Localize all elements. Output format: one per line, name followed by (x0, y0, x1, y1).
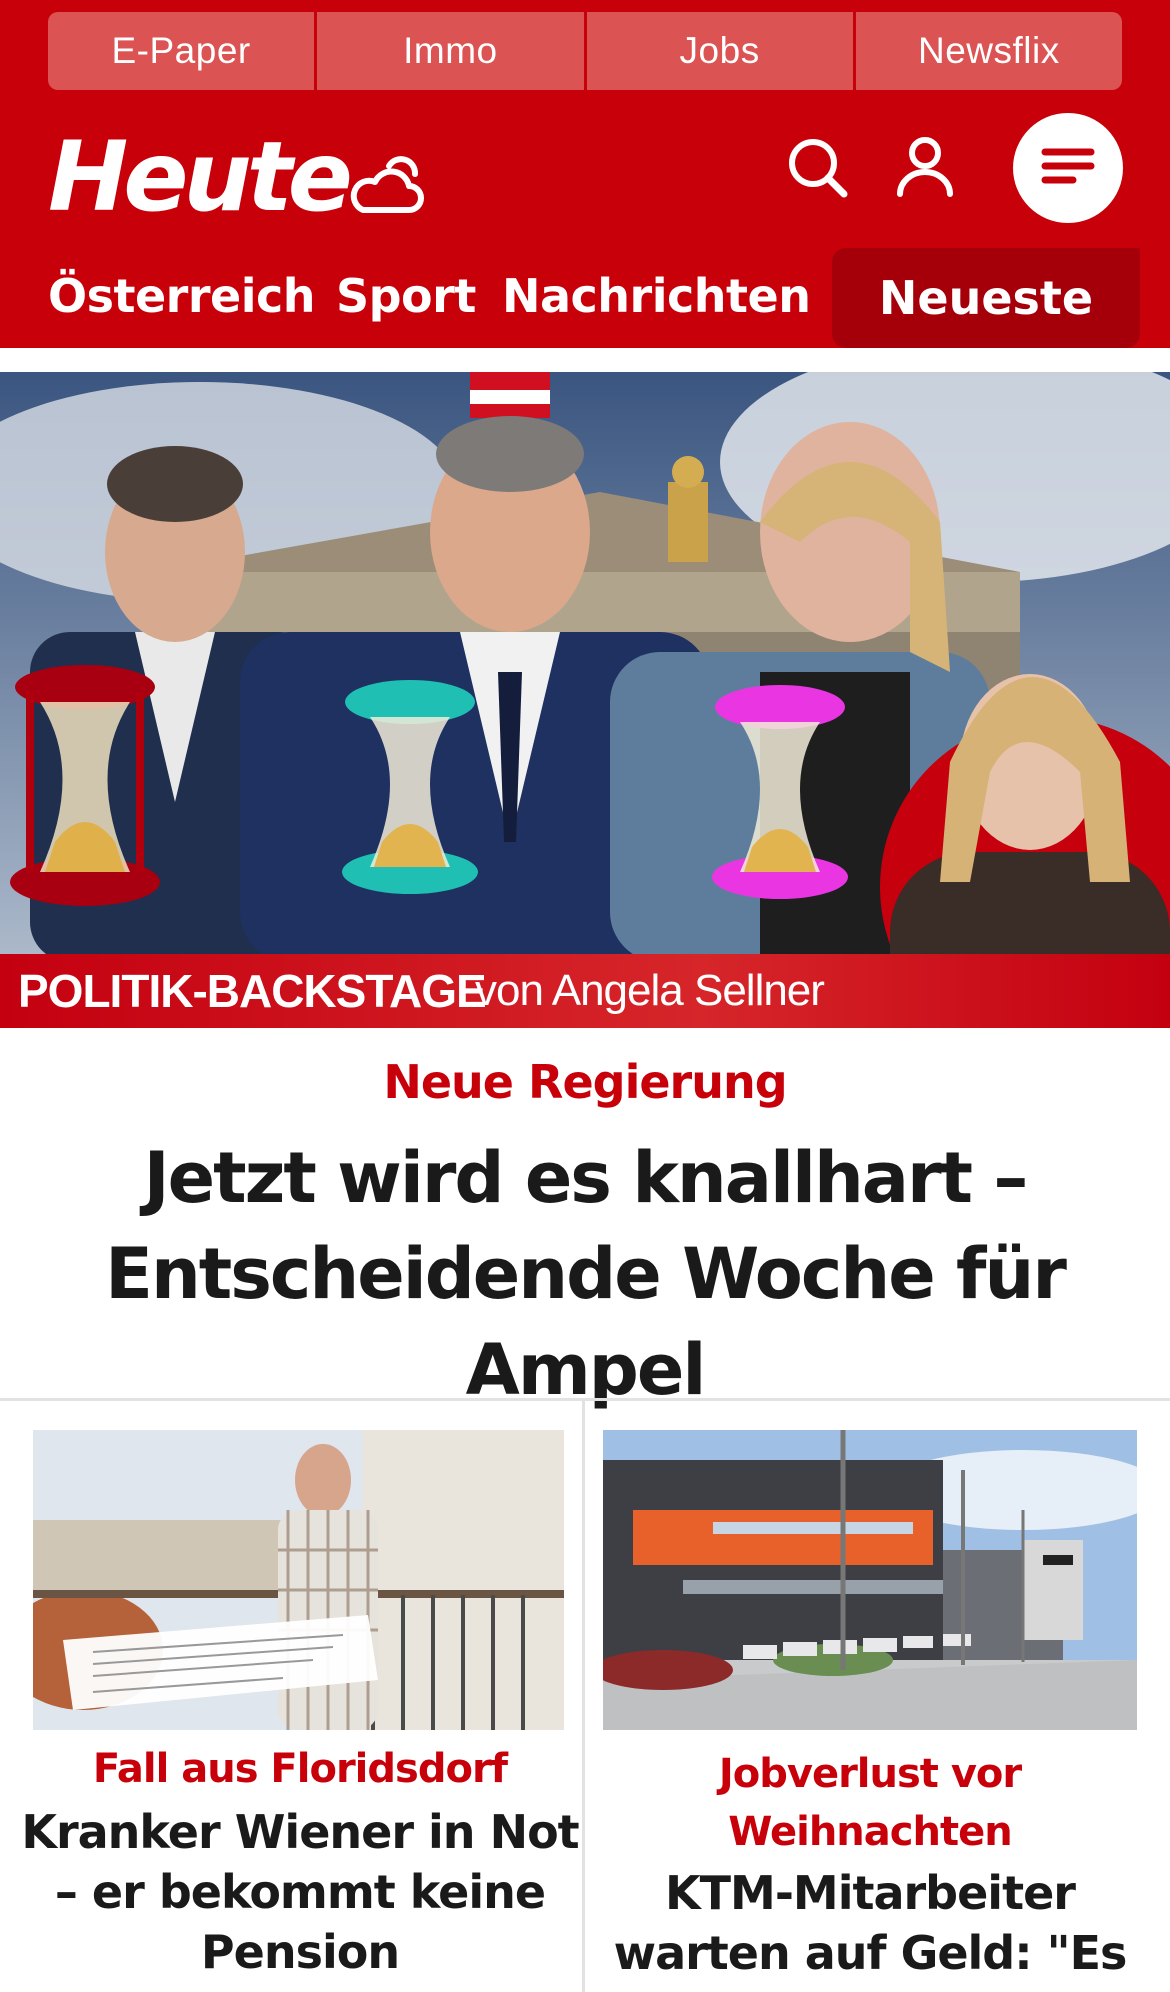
hero-banner-label: POLITIK-BACKSTAGE (18, 965, 487, 1017)
article-card-title[interactable]: Kranker Wiener in Not – er bekommt keine… (20, 1802, 580, 1982)
top-service-nav: E-Paper Immo Jobs Newsflix (48, 12, 1122, 90)
topnav-newsflix-link[interactable]: Newsflix (852, 12, 1122, 90)
article-card-title-line: – er bekommt keine (54, 1865, 546, 1919)
hamburger-menu-icon (1041, 146, 1095, 191)
article-card-kicker-line: Weihnachten (728, 1809, 1012, 1855)
article-card-image[interactable] (603, 1430, 1137, 1730)
hero-headline-line: Entscheidende Woche für Ampel (105, 1233, 1067, 1411)
user-icon[interactable] (892, 134, 958, 200)
section-nav: Österreich Sport Nachrichten Neueste (0, 248, 1170, 348)
hero-banner-author: von Angela Sellner (475, 966, 825, 1015)
site-header: E-Paper Immo Jobs Newsflix Heute Österre… (0, 0, 1170, 348)
heute-logo[interactable]: Heute (48, 122, 353, 232)
cloud-sun-icon[interactable] (345, 150, 425, 216)
menu-button[interactable] (1013, 113, 1123, 223)
section-sport-link[interactable]: Sport (336, 248, 476, 344)
article-card-kicker[interactable]: Jobverlust vor Weihnachten (600, 1745, 1140, 1861)
section-divider (0, 1398, 1170, 1401)
hero-headline[interactable]: Jetzt wird es knallhart – Entscheidende … (20, 1130, 1150, 1418)
article-card-title-line: warten auf Geld: "Es (613, 1926, 1128, 1980)
hero-headline-line: Jetzt wird es knallhart – (143, 1137, 1029, 1219)
article-card-title-line: KTM-Mitarbeiter (665, 1866, 1076, 1920)
section-neueste-tab[interactable]: Neueste (832, 248, 1140, 348)
article-card-kicker-line: Jobverlust vor (718, 1751, 1022, 1797)
hero-image[interactable]: POLITIK-BACKSTAGE von Angela Sellner (0, 372, 1170, 1028)
article-card-title-line: Kranker Wiener in Not (21, 1805, 579, 1859)
column-divider (582, 1400, 585, 1992)
article-card-image[interactable] (33, 1430, 564, 1730)
article-card-kicker[interactable]: Fall aus Floridsdorf (40, 1740, 560, 1798)
topnav-jobs-link[interactable]: Jobs (583, 12, 853, 90)
topnav-epaper-link[interactable]: E-Paper (48, 12, 315, 90)
section-oesterreich-link[interactable]: Österreich (48, 248, 316, 344)
topnav-immo-link[interactable]: Immo (314, 12, 584, 90)
article-card-title-line: Pension (200, 1925, 400, 1979)
section-nachrichten-link[interactable]: Nachrichten (502, 248, 811, 344)
search-icon[interactable] (786, 136, 850, 200)
article-card-title[interactable]: KTM-Mitarbeiter warten auf Geld: "Es (600, 1863, 1140, 1983)
hero-kicker[interactable]: Neue Regierung (0, 1055, 1170, 1109)
